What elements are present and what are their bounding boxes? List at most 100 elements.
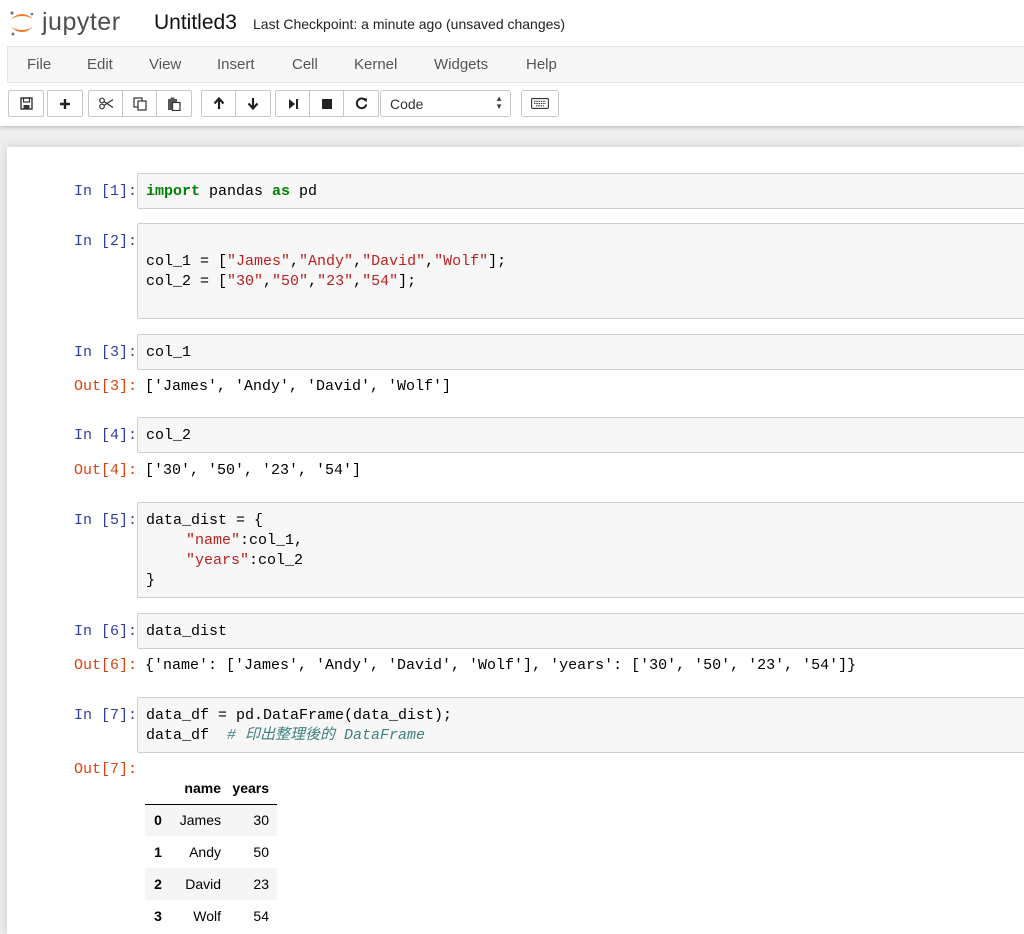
jupyter-logo[interactable]: jupyter	[8, 6, 136, 38]
move-group	[201, 90, 271, 117]
code-cell-1[interactable]: import pandas as pd	[137, 173, 1024, 209]
code-line: col_2	[146, 427, 192, 444]
table-row: 0 James 30	[145, 804, 277, 836]
code-text: pandas	[200, 183, 273, 200]
output-prompt: Out[4]:	[73, 462, 137, 479]
string: "54"	[362, 273, 399, 290]
code-text: ,	[353, 273, 363, 290]
select-arrows-icon: ▲ ▼	[495, 94, 503, 111]
arrow-up-icon	[213, 97, 224, 109]
years-cell: 54	[253, 908, 269, 924]
logo-text: jupyter	[42, 8, 121, 36]
code-text: data_df	[146, 727, 228, 744]
menu-help[interactable]: Help	[526, 56, 557, 73]
string: "years"	[186, 552, 250, 569]
output-prompt: Out[7]:	[73, 761, 137, 778]
code-cell-4[interactable]: col_2	[137, 417, 1024, 453]
cell-type-select[interactable]: Code ▲ ▼	[380, 90, 511, 117]
input-prompt: In [6]:	[73, 623, 137, 640]
keyword: import	[146, 183, 201, 200]
input-prompt: In [2]:	[73, 233, 137, 250]
code-text: pd	[290, 183, 318, 200]
keyword: as	[272, 183, 291, 200]
row-index: 1	[154, 844, 162, 860]
restart-button[interactable]	[344, 91, 378, 116]
table-row: 1 Andy 50	[145, 836, 277, 868]
menu-widgets[interactable]: Widgets	[434, 56, 488, 73]
menubar: File Edit View Insert Cell Kernel Widget…	[7, 46, 1024, 83]
code-cell-3[interactable]: col_1	[137, 334, 1024, 370]
years-cell: 50	[253, 844, 269, 860]
output-prompt: Out[6]:	[73, 657, 137, 674]
keyboard-icon	[531, 98, 549, 109]
save-button[interactable]	[9, 91, 43, 116]
row-index: 2	[154, 876, 162, 892]
code-line: data_dist	[146, 623, 228, 640]
table-header-row: name years	[145, 772, 277, 804]
save-group	[8, 90, 44, 117]
index-header	[145, 772, 171, 804]
save-icon	[19, 97, 33, 110]
code-cell-5[interactable]: data_dist = { "name":col_1, "years":col_…	[137, 502, 1024, 598]
name-cell: Andy	[189, 844, 221, 860]
input-prompt: In [1]:	[73, 183, 137, 200]
command-palette-button[interactable]	[521, 90, 559, 117]
string: "23"	[317, 273, 354, 290]
output-prompt: Out[3]:	[73, 378, 137, 395]
code-line: data_dist = {	[146, 512, 264, 529]
row-index: 3	[154, 908, 162, 924]
input-prompt: In [3]:	[73, 344, 137, 361]
code-text: ,	[290, 253, 300, 270]
code-text: ];	[488, 253, 507, 270]
column-header: name	[184, 779, 221, 796]
cut-button[interactable]	[89, 91, 123, 116]
menu-kernel[interactable]: Kernel	[354, 56, 397, 73]
menu-cell[interactable]: Cell	[292, 56, 318, 73]
code-cell-6[interactable]: data_dist	[137, 613, 1024, 649]
copy-button[interactable]	[123, 91, 157, 116]
code-line: "years":col_2	[186, 551, 303, 571]
code-line: data_df = pd.DataFrame(data_dist);	[146, 707, 453, 724]
insert-group	[47, 90, 83, 117]
code-cell-2[interactable]: col_1 = ["James","Andy","David","Wolf"];…	[137, 223, 1024, 319]
code-text: :col_1,	[240, 532, 304, 549]
code-text: ,	[308, 273, 318, 290]
output-text: ['James', 'Andy', 'David', 'Wolf']	[145, 378, 452, 395]
paste-button[interactable]	[157, 91, 191, 116]
string: "James"	[227, 253, 291, 270]
notebook-name[interactable]: Untitled3	[154, 11, 237, 35]
table-row: 3 Wolf 54	[145, 900, 277, 932]
edit-group	[88, 90, 192, 117]
name-cell: James	[179, 812, 221, 829]
code-line: col_1	[146, 344, 192, 361]
menu-edit[interactable]: Edit	[87, 56, 113, 73]
insert-cell-button[interactable]	[48, 91, 82, 116]
move-up-button[interactable]	[202, 91, 236, 116]
checkpoint-status: Last Checkpoint: a minute ago (unsaved c…	[253, 16, 566, 32]
code-line: col_1 = ["James","Andy","David","Wolf"];	[146, 252, 506, 272]
menu-file[interactable]: File	[27, 56, 51, 73]
code-line: col_2 = ["30","50","23","54"];	[146, 272, 416, 292]
title-bar: jupyter Untitled3 Last Checkpoint: a min…	[0, 0, 1024, 46]
header: jupyter Untitled3 Last Checkpoint: a min…	[0, 0, 1024, 126]
years-cell: 30	[253, 812, 269, 829]
input-prompt: In [5]:	[73, 512, 137, 529]
name-cell: Wolf	[193, 908, 221, 924]
code-cell-7[interactable]: data_df = pd.DataFrame(data_dist); data_…	[137, 697, 1024, 753]
row-index: 0	[154, 812, 162, 829]
jupyter-logo-icon	[10, 11, 34, 36]
code-text: ,	[353, 253, 363, 270]
menu-insert[interactable]: Insert	[217, 56, 255, 73]
move-down-button[interactable]	[236, 91, 270, 116]
stop-button[interactable]	[310, 91, 344, 116]
run-icon	[288, 98, 298, 109]
string: "50"	[272, 273, 309, 290]
code-line: import pandas as pd	[146, 182, 317, 202]
menu-view[interactable]: View	[149, 56, 181, 73]
cell-type-value: Code	[390, 96, 424, 112]
code-line: }	[146, 572, 156, 589]
run-button[interactable]	[276, 91, 310, 116]
years-cell: 23	[253, 876, 269, 892]
table-row: 2 David 23	[145, 868, 277, 900]
copy-icon	[132, 96, 147, 111]
